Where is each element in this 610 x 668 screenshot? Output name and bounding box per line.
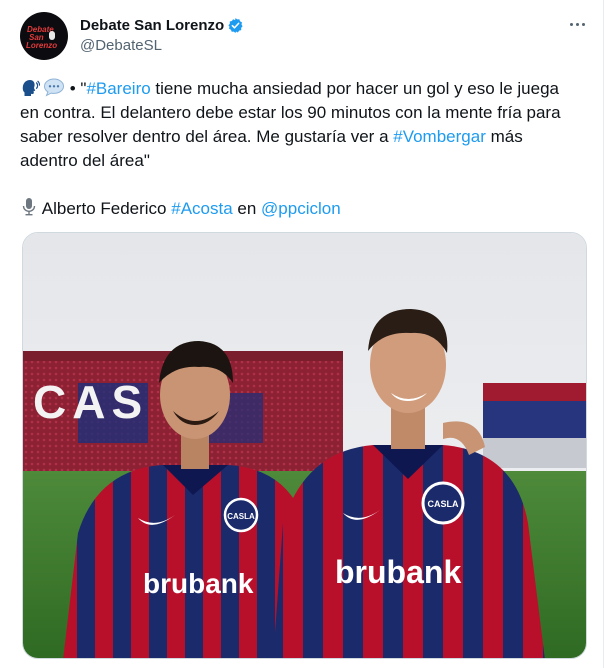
speech-bubble-icon — [43, 78, 65, 97]
tweet-photo[interactable]: CAS CASLA CASLA brubank brubank — [22, 232, 587, 659]
credit-name: Alberto Federico — [38, 199, 172, 218]
avatar-logo-text-3: Lorenzo — [26, 41, 58, 50]
tweet-line-3-pre: saber resolver dentro del área. Me gusta… — [20, 127, 394, 146]
tweet-line-4: adentro del área" — [20, 151, 150, 170]
author-name-row: Debate San Lorenzo — [80, 15, 244, 35]
tweet-line-2: en contra. El delantero debe estar los 9… — [20, 103, 561, 122]
tweet-text: • "#Bareiro tiene mucha ansiedad por hac… — [20, 77, 590, 221]
tweet-line-3-post: más — [485, 127, 523, 146]
crest-right-text: CASLA — [428, 499, 459, 509]
hashtag-acosta[interactable]: #Acosta — [171, 199, 232, 218]
user-handle[interactable]: @DebateSL — [80, 37, 162, 54]
jersey-sponsor-left: brubank — [143, 568, 254, 599]
display-name[interactable]: Debate San Lorenzo — [80, 17, 224, 34]
verified-badge-icon — [228, 17, 243, 33]
tweet-line-1-text: tiene mucha ansiedad por hacer un gol y … — [150, 79, 559, 98]
photo-players: CAS CASLA CASLA brubank brubank — [23, 233, 586, 658]
avatar[interactable]: Debate San Lorenzo — [20, 12, 68, 60]
crest-left-text: CASLA — [227, 512, 255, 521]
tweet-line-5: Alberto Federico #Acosta en @ppciclon — [20, 197, 590, 221]
credit-connector: en — [232, 199, 262, 218]
stadium-letters: CAS — [33, 376, 148, 428]
avatar-mic-icon — [49, 31, 55, 40]
microphone-icon — [22, 198, 36, 216]
tweet-separator: • " — [65, 79, 87, 98]
tweet-card[interactable]: Debate San Lorenzo Debate San Lorenzo @D… — [0, 0, 604, 668]
mention-ppciclon[interactable]: @ppciclon — [261, 199, 341, 218]
jersey-sponsor-right: brubank — [335, 554, 461, 590]
more-options-icon[interactable] — [566, 14, 588, 34]
speaking-head-icon — [22, 80, 40, 96]
hashtag-bareiro[interactable]: #Bareiro — [86, 79, 150, 98]
hashtag-vombergar[interactable]: #Vombergar — [393, 127, 486, 146]
tweet-line-3: saber resolver dentro del área. Me gusta… — [20, 125, 590, 149]
tweet-line-1: • "#Bareiro tiene mucha ansiedad por hac… — [20, 77, 590, 101]
